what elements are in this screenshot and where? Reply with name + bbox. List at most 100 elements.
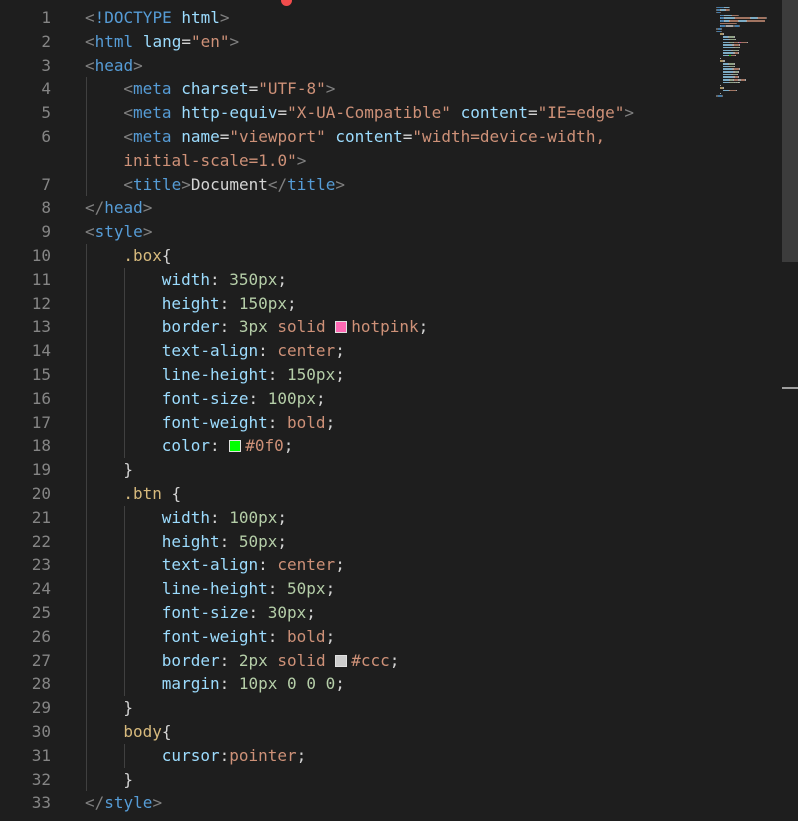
line-content[interactable]: height: 50px; [162, 530, 712, 554]
code-token: "width=device-width, [412, 126, 606, 146]
indent-guide [86, 767, 87, 792]
code-line[interactable]: 30 body{ [0, 719, 712, 744]
line-content[interactable]: </style> [85, 791, 712, 815]
code-token: : [267, 412, 288, 432]
line-content[interactable]: .box{ [123, 244, 712, 268]
indent-guide [86, 124, 87, 173]
code-token: font-size [161, 388, 249, 408]
line-content[interactable]: <html lang="en"> [85, 30, 712, 54]
line-content[interactable]: <meta charset="UTF-8"> [123, 77, 712, 101]
line-content[interactable]: height: 150px; [162, 292, 712, 316]
line-content[interactable]: .btn { [123, 482, 712, 506]
line-content[interactable]: </head> [85, 196, 712, 220]
code-line[interactable]: 23 text-align: center; [0, 553, 712, 578]
code-token: > [142, 198, 153, 218]
code-line[interactable]: 13 border: 3px solid hotpink; [0, 315, 712, 340]
code-line[interactable]: 8 </head> [0, 196, 712, 220]
line-content[interactable]: border: 2px solid #ccc; [162, 649, 712, 673]
code-lines[interactable]: 1 <!DOCTYPE html> 2 <html lang="en"> 3 <head>… [0, 6, 712, 815]
code-token: body [123, 721, 162, 741]
color-swatch-gray[interactable] [335, 654, 348, 667]
code-line[interactable]: 12 height: 150px; [0, 291, 712, 316]
code-token: </ [85, 198, 105, 218]
code-token: = [277, 103, 288, 123]
line-content[interactable]: <!DOCTYPE html> [85, 6, 712, 30]
minimap-token [723, 52, 734, 54]
line-content[interactable]: width: 350px; [162, 268, 712, 292]
code-line[interactable]: 5 <meta http-equiv="X-UA-Compatible" cont… [0, 101, 712, 125]
code-editor[interactable]: 1 <!DOCTYPE html> 2 <html lang="en"> 3 <head>… [0, 0, 798, 821]
code-line[interactable]: 32} [0, 767, 712, 792]
line-content[interactable]: font-size: 100px; [162, 387, 712, 411]
code-token: : [267, 626, 288, 646]
line-content[interactable]: cursor:pointer; [162, 744, 712, 768]
minimap[interactable] [712, 0, 782, 821]
code-line[interactable]: 6 <meta name="viewport" content="width=de… [0, 124, 712, 173]
minimap-token [723, 87, 725, 89]
line-content[interactable]: } [123, 696, 712, 720]
code-line[interactable]: 29} [0, 696, 712, 720]
code-line[interactable]: 26 font-weight: bold; [0, 624, 712, 649]
code-line[interactable]: 2 <html lang="en"> [0, 30, 712, 54]
code-line[interactable]: 17 font-weight: bold; [0, 410, 712, 435]
indent-guide [86, 481, 87, 506]
code-line[interactable]: 25 font-size: 30px; [0, 600, 712, 625]
indent-guide [86, 101, 87, 125]
code-line[interactable]: 11 width: 350px; [0, 267, 712, 292]
minimap-indent [716, 76, 723, 78]
code-token: : [209, 507, 230, 527]
code-token: 10px [238, 674, 278, 694]
line-content[interactable]: line-height: 50px; [162, 577, 712, 601]
code-line[interactable]: 21 width: 100px; [0, 505, 712, 530]
code-token: </ [85, 793, 105, 813]
code-line[interactable]: 3 <head> [0, 54, 712, 78]
code-line[interactable]: 9 <style> [0, 220, 712, 244]
line-content[interactable]: <style> [85, 220, 712, 244]
line-content[interactable]: <title>Document</title> [123, 173, 712, 197]
indent-guide [86, 410, 87, 435]
code-line[interactable]: 16 font-size: 100px; [0, 386, 712, 411]
code-line[interactable]: 1 <!DOCTYPE html> [0, 6, 712, 30]
color-swatch-green[interactable] [229, 440, 242, 453]
code-line[interactable]: 27 border: 2px solid #ccc; [0, 648, 712, 673]
indent-guide [86, 719, 87, 744]
code-line[interactable]: 15 line-height: 150px; [0, 362, 712, 387]
line-content[interactable]: color: #0f0; [162, 434, 712, 458]
line-content[interactable]: <meta http-equiv="X-UA-Compatible" conte… [123, 101, 712, 125]
code-line[interactable]: 20 .btn { [0, 481, 712, 506]
code-line[interactable]: 18 color: #0f0; [0, 434, 712, 459]
code-line[interactable]: 22 height: 50px; [0, 529, 712, 554]
minimap-token [723, 44, 733, 46]
line-content[interactable]: } [123, 768, 712, 792]
line-content[interactable]: <meta name="viewport" content="width=dev… [123, 125, 712, 173]
line-content[interactable]: margin: 10px 0 0 0; [162, 672, 712, 696]
vertical-scrollbar[interactable] [782, 0, 798, 821]
minimap-token [766, 17, 768, 19]
line-content[interactable]: font-weight: bold; [162, 625, 712, 649]
code-line[interactable]: 24 line-height: 50px; [0, 577, 712, 601]
code-line[interactable]: 31 cursor:pointer; [0, 743, 712, 768]
line-content[interactable]: <head> [85, 54, 712, 78]
line-content[interactable]: text-align: center; [162, 339, 712, 363]
code-line[interactable]: 4 <meta charset="UTF-8"> [0, 77, 712, 102]
code-line[interactable]: 33 </style> [0, 791, 712, 815]
code-token: ; [335, 364, 345, 384]
line-content[interactable]: width: 100px; [162, 506, 712, 530]
minimap-token [733, 65, 735, 68]
code-line[interactable]: 19} [0, 458, 712, 482]
code-line[interactable]: 7 <title>Document</title> [0, 172, 712, 197]
line-content[interactable]: text-align: center; [162, 553, 712, 577]
code-line[interactable]: 14 text-align: center; [0, 339, 712, 363]
minimap-token [719, 92, 721, 95]
line-content[interactable]: font-size: 30px; [162, 601, 712, 625]
line-content[interactable]: } [123, 458, 712, 482]
line-content[interactable]: font-weight: bold; [162, 411, 712, 435]
code-line[interactable]: 10 .box{ [0, 243, 712, 268]
line-content[interactable]: line-height: 150px; [162, 363, 712, 387]
color-swatch-hotpink[interactable] [335, 321, 348, 334]
scrollbar-thumb[interactable] [782, 0, 798, 262]
line-content[interactable]: border: 3px solid hotpink; [162, 315, 712, 339]
code-line[interactable]: 28 margin: 10px 0 0 0; [0, 672, 712, 697]
line-content[interactable]: body{ [123, 720, 712, 744]
